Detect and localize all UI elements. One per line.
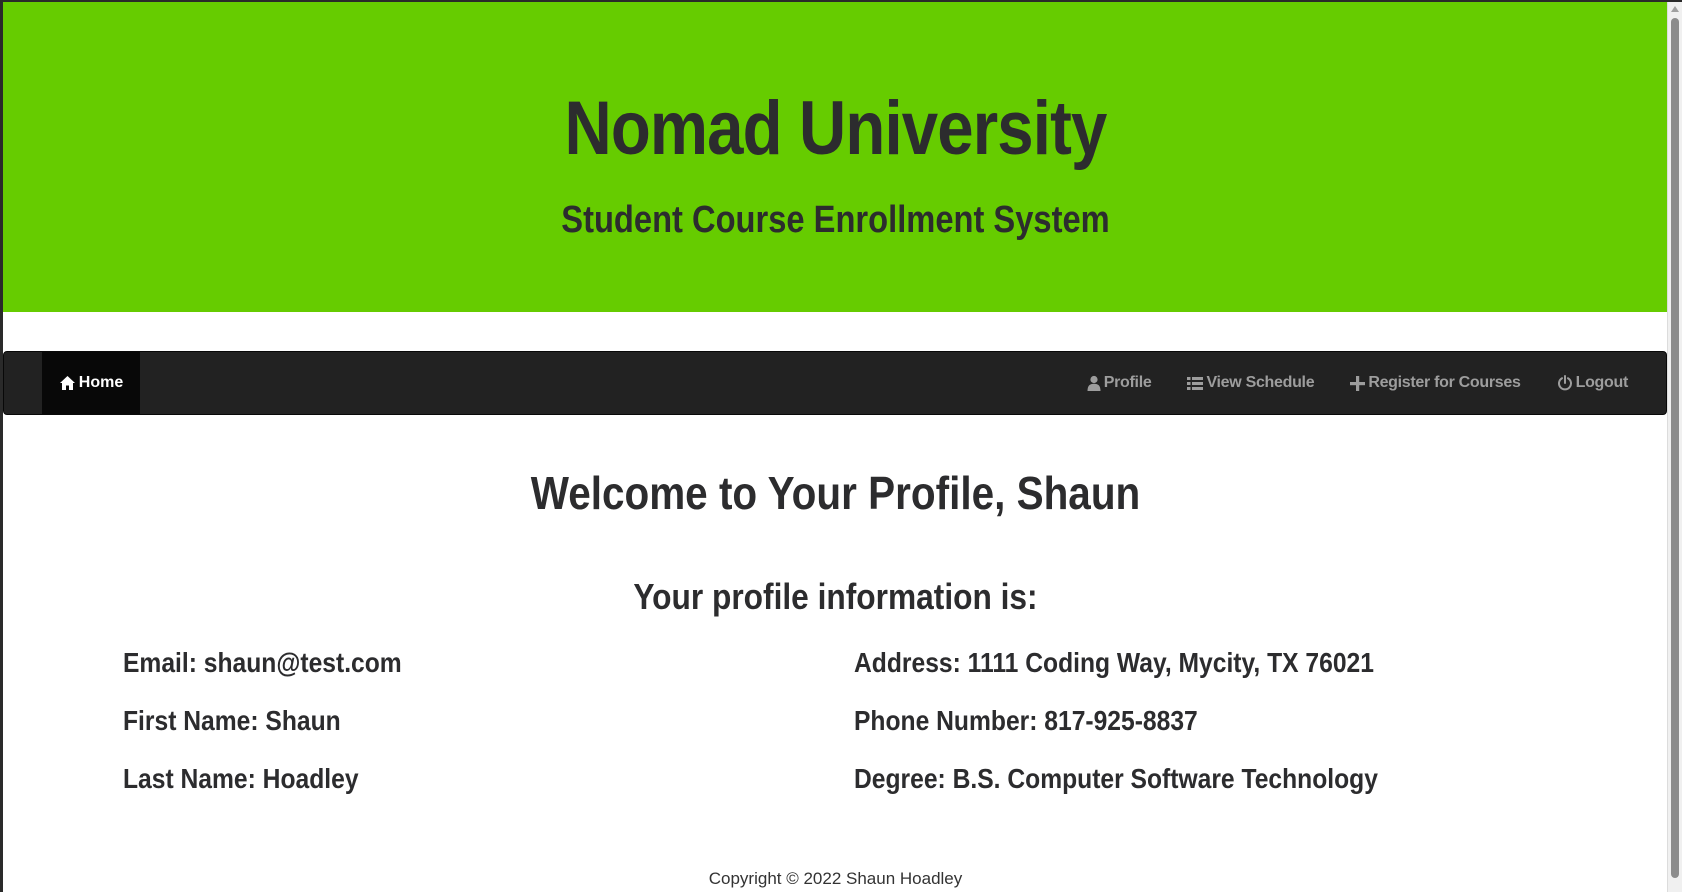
profile-info-heading: Your profile information is: [633,576,1038,617]
nav-profile-link[interactable]: Profile [1069,352,1170,414]
phone-number-field: Phone Number: 817-925-8837 [854,705,1198,736]
home-icon [59,375,76,391]
user-icon [1087,375,1101,391]
page: Nomad University Student Course Enrollme… [3,2,1668,892]
nav-view-schedule-label: View Schedule [1206,374,1315,391]
profile-left-column: Email: shaun@test.com First Name: Shaun … [123,646,843,820]
last-name-field: Last Name: Hoadley [123,763,359,794]
nav-register-courses-label: Register for Courses [1368,374,1521,391]
profile-content: Welcome to Your Profile, Shaun Your prof… [3,415,1668,892]
navbar: Home Profile View Schedule Register for … [3,351,1667,415]
nav-profile-label: Profile [1103,374,1152,391]
profile-right-column: Address: 1111 Coding Way, Mycity, TX 760… [854,646,1634,820]
first-name-field: First Name: Shaun [123,705,341,736]
list-icon [1187,376,1204,391]
nav-view-schedule-link[interactable]: View Schedule [1169,352,1332,414]
email-field: Email: shaun@test.com [123,647,402,678]
address-field: Address: 1111 Coding Way, Mycity, TX 760… [854,647,1374,678]
site-title: Nomad University [564,86,1108,171]
plus-icon [1350,375,1366,391]
nav-home-label: Home [78,374,124,391]
degree-field: Degree: B.S. Computer Software Technolog… [854,763,1378,794]
header-banner: Nomad University Student Course Enrollme… [3,2,1668,312]
nav-logout-label: Logout [1575,374,1629,391]
scroll-up-arrow-icon[interactable] [1671,6,1679,12]
scrollbar-thumb[interactable] [1671,18,1679,878]
browser-viewport: Nomad University Student Course Enrollme… [0,0,1682,892]
nav-logout-link[interactable]: Logout [1539,352,1646,414]
vertical-scrollbar[interactable] [1667,2,1682,892]
nav-register-courses-link[interactable]: Register for Courses [1332,352,1538,414]
site-subtitle: Student Course Enrollment System [561,199,1110,241]
nav-right-group: Profile View Schedule Register for Cours… [1069,352,1646,414]
welcome-heading: Welcome to Your Profile, Shaun [530,467,1141,519]
nav-home-link[interactable]: Home [42,352,140,414]
footer-copyright: Copyright © 2022 Shaun Hoadley [708,869,963,888]
power-icon [1557,375,1573,391]
